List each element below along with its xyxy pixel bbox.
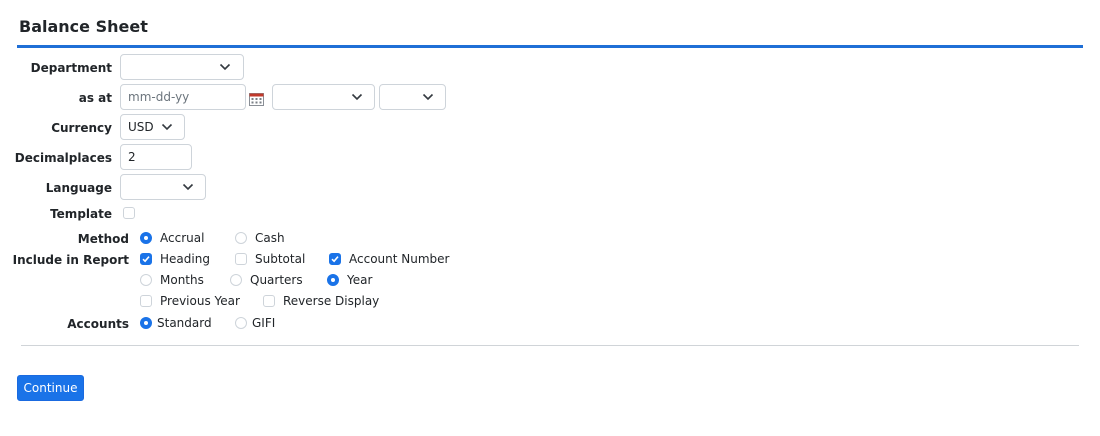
decimalplaces-input[interactable]: 2: [120, 144, 192, 170]
period-months-radio[interactable]: [140, 274, 152, 286]
reverse-display-checkbox[interactable]: [263, 295, 275, 307]
account-number-label: Account Number: [349, 252, 450, 266]
decimalplaces-value: 2: [128, 150, 136, 164]
as-at-year-select[interactable]: [379, 84, 446, 110]
accounts-gifi-label: GIFI: [252, 316, 276, 330]
previous-year-checkbox[interactable]: [140, 295, 152, 307]
continue-button[interactable]: Continue: [17, 375, 84, 401]
language-label: Language: [45, 181, 112, 195]
heading-checkbox[interactable]: [140, 253, 152, 265]
chevron-down-icon: [161, 123, 173, 131]
chevron-down-icon: [182, 183, 194, 191]
method-accrual-label: Accrual: [160, 231, 205, 245]
subtotal-checkbox[interactable]: [235, 253, 247, 265]
subtotal-label: Subtotal: [255, 252, 306, 266]
chevron-down-icon: [351, 93, 363, 101]
as-at-date-input[interactable]: mm-dd-yy: [120, 84, 246, 110]
method-accrual-radio[interactable]: [140, 232, 152, 244]
page-title: Balance Sheet: [19, 17, 148, 36]
currency-label: Currency: [51, 121, 112, 135]
check-icon: [142, 256, 150, 263]
period-year-label: Year: [347, 273, 373, 287]
accounts-standard-radio[interactable]: [140, 317, 152, 329]
accounts-gifi-radio[interactable]: [235, 317, 247, 329]
department-select[interactable]: [120, 54, 244, 80]
method-cash-radio[interactable]: [235, 232, 247, 244]
check-icon: [331, 256, 339, 263]
period-quarters-label: Quarters: [250, 273, 303, 287]
previous-year-label: Previous Year: [160, 294, 240, 308]
chevron-down-icon: [422, 93, 434, 101]
as-at-label: as at: [78, 91, 112, 105]
as-at-month-select[interactable]: [272, 84, 375, 110]
department-label: Department: [30, 61, 112, 75]
period-year-radio[interactable]: [327, 274, 339, 286]
accounts-standard-label: Standard: [157, 316, 212, 330]
accounts-label: Accounts: [67, 317, 129, 331]
account-number-checkbox[interactable]: [329, 253, 341, 265]
calendar-icon[interactable]: [249, 92, 264, 106]
period-quarters-radio[interactable]: [230, 274, 242, 286]
heading-label: Heading: [160, 252, 210, 266]
chevron-down-icon: [219, 63, 231, 71]
reverse-display-label: Reverse Display: [283, 294, 380, 308]
as-at-placeholder: mm-dd-yy: [128, 90, 190, 104]
period-months-label: Months: [160, 273, 204, 287]
method-label: Method: [77, 232, 129, 246]
form-divider: [21, 345, 1079, 346]
template-label: Template: [50, 207, 112, 221]
include-in-report-label: Include in Report: [12, 253, 129, 267]
decimalplaces-label: Decimalplaces: [14, 151, 112, 165]
currency-select[interactable]: USD: [120, 114, 185, 140]
title-divider: [17, 45, 1083, 48]
language-select[interactable]: [120, 174, 206, 200]
method-cash-label: Cash: [255, 231, 285, 245]
template-checkbox[interactable]: [123, 207, 135, 219]
currency-value: USD: [128, 120, 154, 134]
